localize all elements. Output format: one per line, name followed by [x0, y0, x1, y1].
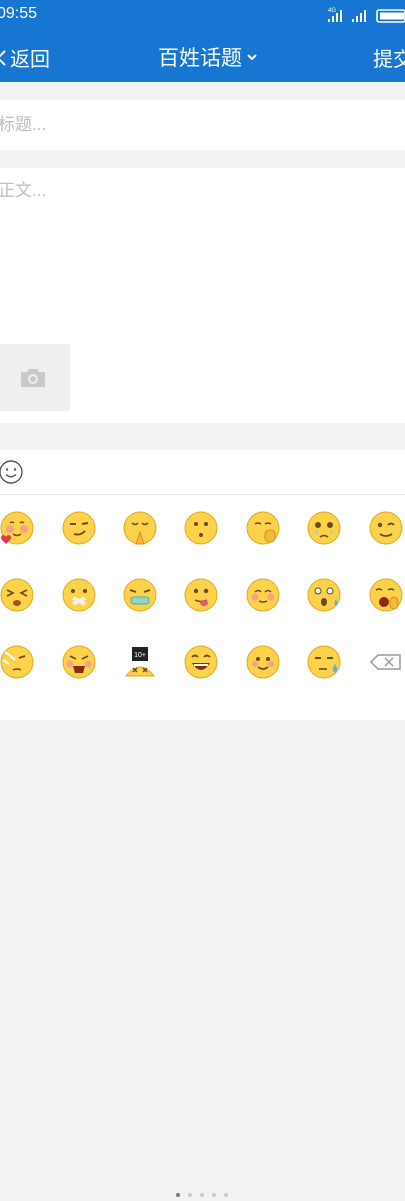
- body-input[interactable]: [0, 176, 393, 326]
- pray-emoji[interactable]: [122, 510, 158, 546]
- network-type-label: 4G: [328, 8, 336, 14]
- signal-bars-icon-2: [352, 10, 366, 22]
- body-container: [0, 168, 405, 423]
- status-bar: 09:55 4G: [0, 0, 405, 30]
- smashed-10-emoji[interactable]: 10+: [122, 644, 158, 680]
- status-icons: 4G: [328, 8, 405, 23]
- page-dot[interactable]: [224, 1193, 228, 1197]
- title-input[interactable]: [0, 100, 393, 150]
- chevron-down-icon: [247, 54, 257, 61]
- chevron-left-icon: [0, 49, 6, 66]
- page-dot[interactable]: [176, 1193, 180, 1197]
- shy-emoji[interactable]: [245, 577, 281, 613]
- topic-selector[interactable]: 百姓话题: [158, 42, 258, 72]
- yawn-emoji[interactable]: [368, 577, 404, 613]
- battery-icon: [376, 9, 405, 23]
- add-photo-button[interactable]: [0, 344, 70, 411]
- cold-sweat-emoji[interactable]: [306, 644, 342, 680]
- blush-heart-emoji[interactable]: [0, 510, 35, 546]
- smiley-face-icon[interactable]: [0, 459, 24, 485]
- page-title: 百姓话题: [158, 47, 242, 70]
- angry-swirl-emoji[interactable]: [0, 644, 35, 680]
- emoji-page-indicator: [0, 1191, 405, 1201]
- wailing-emoji[interactable]: [0, 577, 35, 613]
- title-field-container: [0, 100, 405, 150]
- page-dot[interactable]: [200, 1193, 204, 1197]
- salute-emoji[interactable]: [245, 510, 281, 546]
- wink-emoji[interactable]: [368, 510, 404, 546]
- nav-bar: 返回 百姓话题 提交: [0, 30, 405, 82]
- nauseous-emoji[interactable]: [122, 577, 158, 613]
- back-label: 返回: [10, 49, 50, 71]
- smirk-emoji[interactable]: [61, 510, 97, 546]
- back-button[interactable]: 返回: [0, 43, 50, 72]
- shouting-emoji[interactable]: [61, 644, 97, 680]
- laughing-emoji[interactable]: [183, 644, 219, 680]
- page-dot[interactable]: [188, 1193, 192, 1197]
- shocked-sweat-emoji[interactable]: [306, 577, 342, 613]
- emoji-panel: 10+: [0, 495, 405, 1197]
- status-time: 09:55: [0, 5, 38, 22]
- backspace-key[interactable]: [368, 644, 404, 680]
- smile-emoji[interactable]: [245, 644, 281, 680]
- thinking-emoji[interactable]: [183, 510, 219, 546]
- tongue-out-emoji[interactable]: [183, 577, 219, 613]
- teary-emoji[interactable]: [306, 510, 342, 546]
- camera-icon: [21, 368, 45, 387]
- submit-button[interactable]: 提交: [373, 43, 405, 72]
- toolbar: [0, 450, 405, 495]
- page-dot[interactable]: [212, 1193, 216, 1197]
- silent-emoji[interactable]: [61, 577, 97, 613]
- smashed-10-badge: 10+: [134, 652, 146, 659]
